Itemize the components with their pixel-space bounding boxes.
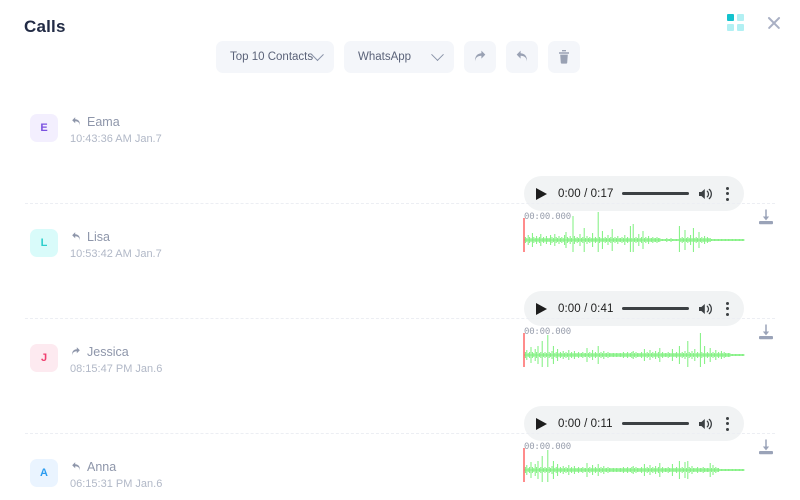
table-row[interactable]: L Lisa 10:53:42 AM Jan.7 0:00 / 0:41 00:… <box>0 203 800 367</box>
trash-icon <box>559 50 569 64</box>
incoming-call-icon <box>72 117 81 126</box>
header: Calls <box>0 0 800 40</box>
chevron-down-icon <box>431 47 444 61</box>
page-title: Calls <box>24 17 66 36</box>
volume-icon[interactable] <box>698 417 714 431</box>
contact-name: Eama <box>87 115 120 129</box>
forward-button[interactable] <box>464 41 496 73</box>
avatar: J <box>30 344 58 372</box>
incoming-call-icon <box>72 232 81 241</box>
calls-panel: Calls Top 10 Contacts WhatsApp E Eama 10… <box>0 0 800 500</box>
kebab-menu-icon[interactable] <box>723 185 732 203</box>
play-icon[interactable] <box>536 301 549 316</box>
apps-grid-icon[interactable] <box>727 14 744 31</box>
table-row[interactable]: J Jessica 08:15:47 PM Jan.6 0:00 / 0:11 <box>0 318 800 482</box>
call-contact: A Anna 06:15:31 PM Jan.6 <box>30 459 162 490</box>
player-time: 0:00 / 0:17 <box>558 187 614 200</box>
avatar: L <box>30 229 58 257</box>
contacts-filter-select[interactable]: Top 10 Contacts <box>216 41 334 73</box>
toolbar: Top 10 Contacts WhatsApp <box>216 41 580 73</box>
table-row[interactable]: A Anna 06:15:31 PM Jan.6 0:00 / 0:09 <box>0 433 800 500</box>
player-time: 0:00 / 0:11 <box>558 417 613 430</box>
contact-name: Lisa <box>87 230 110 244</box>
call-timestamp: 10:43:36 AM Jan.7 <box>70 133 162 145</box>
calls-list: E Eama 10:43:36 AM Jan.7 0:00 / 0:17 00:… <box>0 88 800 500</box>
table-row[interactable]: E Eama 10:43:36 AM Jan.7 0:00 / 0:17 00:… <box>0 88 800 252</box>
header-actions <box>727 14 782 31</box>
avatar: A <box>30 459 58 487</box>
player-time: 0:00 / 0:41 <box>558 302 614 315</box>
incoming-call-icon <box>72 462 81 471</box>
channel-filter-select[interactable]: WhatsApp <box>344 41 454 73</box>
call-contact: E Eama 10:43:36 AM Jan.7 <box>30 114 162 145</box>
progress-track[interactable] <box>622 192 689 195</box>
call-timestamp: 08:15:47 PM Jan.6 <box>70 363 163 375</box>
progress-track[interactable] <box>621 422 689 425</box>
play-icon[interactable] <box>536 186 549 201</box>
call-contact: J Jessica 08:15:47 PM Jan.6 <box>30 344 162 375</box>
reply-arrow-icon <box>516 50 528 62</box>
contacts-filter-label: Top 10 Contacts <box>230 51 314 63</box>
chevron-down-icon <box>311 47 324 61</box>
delete-button[interactable] <box>548 41 580 73</box>
close-icon[interactable] <box>766 15 782 31</box>
reply-button[interactable] <box>506 41 538 73</box>
contact-name: Anna <box>87 460 117 474</box>
channel-filter-label: WhatsApp <box>358 51 412 63</box>
volume-icon[interactable] <box>698 187 714 201</box>
volume-icon[interactable] <box>698 302 714 316</box>
call-timestamp: 06:15:31 PM Jan.6 <box>70 478 163 490</box>
call-contact: L Lisa 10:53:42 AM Jan.7 <box>30 229 162 260</box>
contact-name: Jessica <box>87 345 129 359</box>
outgoing-call-icon <box>71 347 80 356</box>
kebab-menu-icon[interactable] <box>723 300 732 318</box>
play-icon[interactable] <box>536 416 549 431</box>
kebab-menu-icon[interactable] <box>723 415 732 433</box>
avatar: E <box>30 114 58 142</box>
progress-track[interactable] <box>622 307 689 310</box>
call-timestamp: 10:53:42 AM Jan.7 <box>70 248 162 260</box>
forward-arrow-icon <box>474 50 486 62</box>
